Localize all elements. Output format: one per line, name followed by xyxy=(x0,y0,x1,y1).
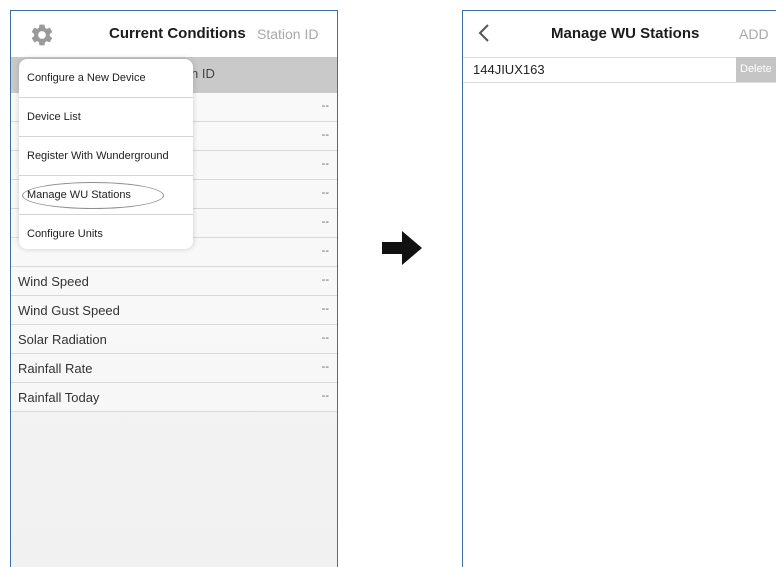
condition-value: -- xyxy=(321,274,329,286)
condition-row: Solar Radiation -- xyxy=(11,325,337,354)
menu-item-label: Configure Units xyxy=(27,228,103,240)
condition-value: -- xyxy=(321,245,329,257)
condition-row: Wind Gust Speed -- xyxy=(11,296,337,325)
settings-dropdown-menu: Configure a New Device Device List Regis… xyxy=(19,59,193,249)
condition-value: -- xyxy=(321,332,329,344)
condition-label: Rainfall Rate xyxy=(18,361,93,376)
menu-item-label: Register With Wunderground xyxy=(27,150,169,162)
condition-value: -- xyxy=(321,100,329,112)
menu-item-label: Manage WU Stations xyxy=(27,189,131,201)
menu-item-label: Configure a New Device xyxy=(27,72,146,84)
page-title: Manage WU Stations xyxy=(551,25,700,42)
station-subheader-text: n ID xyxy=(191,66,215,81)
condition-value: -- xyxy=(321,361,329,373)
condition-value: -- xyxy=(321,129,329,141)
condition-value: -- xyxy=(321,390,329,402)
condition-label: Solar Radiation xyxy=(18,332,107,347)
menu-item-register-wunderground[interactable]: Register With Wunderground xyxy=(19,137,193,176)
menu-item-configure-new-device[interactable]: Configure a New Device xyxy=(19,59,193,98)
station-id: 144JIUX163 xyxy=(473,62,545,77)
delete-button[interactable]: Delete xyxy=(736,57,776,82)
add-button[interactable]: ADD xyxy=(739,26,769,42)
menu-item-configure-units[interactable]: Configure Units xyxy=(19,215,193,253)
condition-value: -- xyxy=(321,158,329,170)
page-title: Current Conditions xyxy=(109,25,246,42)
station-id-link[interactable]: Station ID xyxy=(257,26,318,42)
condition-label: Wind Speed xyxy=(18,274,89,289)
manage-stations-header: Manage WU Stations ADD xyxy=(463,11,776,58)
menu-item-manage-wu-stations[interactable]: Manage WU Stations xyxy=(19,176,193,215)
manage-wu-stations-screen: Manage WU Stations ADD 144JIUX163 Delete xyxy=(462,10,776,567)
condition-row: Rainfall Today -- xyxy=(11,383,337,412)
menu-item-device-list[interactable]: Device List xyxy=(19,98,193,137)
condition-value: -- xyxy=(321,187,329,199)
condition-label: Rainfall Today xyxy=(18,390,100,405)
gear-icon[interactable] xyxy=(29,22,55,48)
condition-value: -- xyxy=(321,303,329,315)
menu-item-label: Device List xyxy=(27,111,81,123)
condition-label: Wind Gust Speed xyxy=(18,303,120,318)
current-conditions-header: Current Conditions Station ID xyxy=(11,11,337,58)
condition-value: -- xyxy=(321,216,329,228)
condition-row: Wind Speed -- xyxy=(11,267,337,296)
back-chevron-icon[interactable] xyxy=(477,23,491,43)
condition-row: Rainfall Rate -- xyxy=(11,354,337,383)
current-conditions-screen: Current Conditions Station ID n ID -- --… xyxy=(10,10,338,567)
station-row[interactable]: 144JIUX163 Delete xyxy=(463,57,776,83)
right-arrow-icon xyxy=(382,231,422,265)
